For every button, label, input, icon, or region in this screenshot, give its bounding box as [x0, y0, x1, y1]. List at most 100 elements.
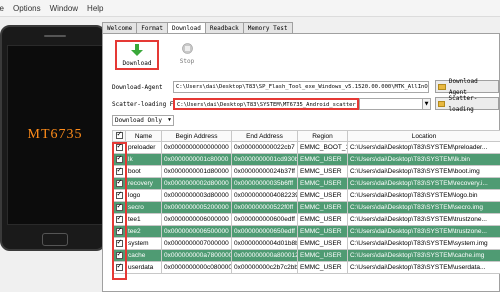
table-row[interactable]: recovery0x0000000002d800000x00000000035b…	[112, 177, 500, 190]
checkmark-icon[interactable]	[115, 239, 123, 247]
row-checkbox[interactable]	[112, 237, 126, 250]
download-agent-path[interactable]: C:\Users\dai\Desktop\T83\SP_Flash_Tool_e…	[173, 81, 429, 93]
header-begin-address[interactable]: Begin Address	[161, 130, 232, 142]
download-mode-select[interactable]: Download Only ▼	[112, 115, 174, 126]
checkmark-icon[interactable]	[115, 203, 123, 211]
table-row[interactable]: cache0x000000000a78000000x000000000a8000…	[112, 249, 500, 262]
table-row[interactable]: tee10x00000000060000000x000000000600edff…	[112, 213, 500, 226]
table-row[interactable]: boot0x0000000001d800000x00000000024b37ff…	[112, 165, 500, 178]
row-name: secro	[125, 201, 162, 214]
row-region: EMMC_BOOT_1	[297, 141, 348, 154]
row-checkbox[interactable]	[112, 225, 126, 238]
row-location[interactable]: C:\Users\dai\Desktop\T83\SYSTEM\logo.bin	[347, 189, 500, 202]
row-location[interactable]: C:\Users\dai\Desktop\T83\SYSTEM\boot.img	[347, 165, 500, 178]
row-location[interactable]: C:\Users\dai\Desktop\T83\SYSTEM\userdata…	[347, 261, 500, 274]
row-begin-address: 0x0000000001c80000	[161, 153, 232, 166]
menu-window[interactable]: Window	[50, 4, 78, 13]
row-location[interactable]: C:\Users\dai\Desktop\T83\SYSTEM\cache.im…	[347, 249, 500, 262]
checkmark-icon[interactable]	[115, 227, 123, 235]
row-end-address: 0x00000000035b6fff	[231, 177, 298, 190]
row-name: tee2	[125, 225, 162, 238]
row-begin-address: 0x0000000007000000	[161, 237, 232, 250]
row-begin-address: 0x0000000002d80000	[161, 177, 232, 190]
row-location[interactable]: C:\Users\dai\Desktop\T83\SYSTEM\trustzon…	[347, 213, 500, 226]
header-name[interactable]: Name	[125, 130, 162, 142]
row-name: cache	[125, 249, 162, 262]
row-checkbox[interactable]	[112, 153, 126, 166]
checkmark-icon[interactable]	[115, 167, 123, 175]
main-panel: Welcome Format Download Readback Memory …	[102, 22, 500, 292]
row-checkbox[interactable]	[112, 213, 126, 226]
scatter-dropdown-arrow[interactable]: ▼	[422, 98, 431, 110]
download-button[interactable]: Download	[115, 40, 159, 70]
header-end-address[interactable]: End Address	[231, 130, 298, 142]
menu-options[interactable]: Options	[13, 4, 41, 13]
row-location[interactable]: C:\Users\dai\Desktop\T83\SYSTEM\recovery…	[347, 177, 500, 190]
table-row[interactable]: userdata0x0000000000c08000000x00000000c2…	[112, 261, 500, 274]
table-row[interactable]: system0x00000000070000000x0000000004d01b…	[112, 237, 500, 250]
checkmark-icon[interactable]	[115, 143, 123, 151]
stop-button[interactable]: Stop	[165, 40, 209, 70]
row-name: boot	[125, 165, 162, 178]
table-row[interactable]: lk0x0000000001c800000x0000000001cd930bEM…	[112, 153, 500, 166]
row-name: userdata	[125, 261, 162, 274]
row-end-address: 0x000000000650edff	[231, 225, 298, 238]
row-begin-address: 0x0000000003d80000	[161, 189, 232, 202]
row-location[interactable]: C:\Users\dai\Desktop\T83\SYSTEM\preloade…	[347, 141, 500, 154]
download-mode-value: Download Only	[115, 117, 162, 124]
chevron-down-icon: ▼	[167, 117, 171, 123]
checkmark-icon[interactable]	[115, 191, 123, 199]
header-region[interactable]: Region	[297, 130, 348, 142]
folder-icon	[438, 83, 446, 90]
row-location[interactable]: C:\Users\dai\Desktop\T83\SYSTEM\system.i…	[347, 237, 500, 250]
row-end-address: 0x0000000004082239	[231, 189, 298, 202]
row-location[interactable]: C:\Users\dai\Desktop\T83\SYSTEM\lk.bin	[347, 153, 500, 166]
row-checkbox[interactable]	[112, 201, 126, 214]
row-location[interactable]: C:\Users\dai\Desktop\T83\SYSTEM\trustzon…	[347, 225, 500, 238]
table-row[interactable]: secro0x00000000052000000x000000000522f0f…	[112, 201, 500, 214]
checkmark-icon[interactable]	[115, 132, 123, 140]
row-checkbox[interactable]	[112, 249, 126, 262]
download-agent-label: Download-Agent	[112, 84, 163, 91]
scatter-file-path[interactable]: C:\Users\dai\Desktop\T83\SYSTEM\MT6735_A…	[173, 98, 359, 110]
row-region: EMMC_USER	[297, 153, 348, 166]
header-select-all[interactable]	[112, 130, 126, 142]
row-checkbox[interactable]	[112, 189, 126, 202]
table-row[interactable]: logo0x0000000003d800000x0000000004082239…	[112, 189, 500, 202]
checkmark-icon[interactable]	[115, 179, 123, 187]
download-panel: Download Stop Download-Agent C:\Users\da…	[102, 33, 500, 292]
phone-earpiece	[44, 35, 66, 37]
header-location[interactable]: Location	[347, 130, 500, 142]
download-agent-button[interactable]: Download Agent	[435, 78, 499, 96]
row-checkbox[interactable]	[112, 177, 126, 190]
download-button-label: Download	[122, 60, 152, 67]
row-checkbox[interactable]	[112, 261, 126, 274]
checkmark-icon[interactable]	[115, 263, 123, 271]
checkmark-icon[interactable]	[115, 155, 123, 163]
table-row[interactable]: preloader0x00000000000000000x00000000002…	[112, 141, 500, 154]
row-begin-address: 0x0000000001d80000	[161, 165, 232, 178]
row-region: EMMC_USER	[297, 177, 348, 190]
row-location[interactable]: C:\Users\dai\Desktop\T83\SYSTEM\secro.im…	[347, 201, 500, 214]
checkmark-icon[interactable]	[115, 251, 123, 259]
menu-bar: ile Options Window Help	[0, 0, 500, 17]
scatter-loading-button[interactable]: Scatter-loading	[435, 95, 499, 113]
row-checkbox[interactable]	[112, 141, 126, 154]
menu-file[interactable]: ile	[0, 4, 4, 13]
row-begin-address: 0x0000000006000000	[161, 213, 232, 226]
row-begin-address: 0x0000000000000000	[161, 141, 232, 154]
stop-button-label: Stop	[179, 58, 195, 65]
row-name: system	[125, 237, 162, 250]
checkmark-icon[interactable]	[115, 215, 123, 223]
row-checkbox[interactable]	[112, 165, 126, 178]
table-header-row: Name Begin Address End Address Region Lo…	[112, 130, 500, 142]
row-name: tee1	[125, 213, 162, 226]
phone-model-label: MT6735	[27, 127, 83, 142]
phone-home-button	[42, 233, 68, 246]
partition-table: Name Begin Address End Address Region Lo…	[112, 130, 500, 274]
row-name: preloader	[125, 141, 162, 154]
table-row[interactable]: tee20x00000000065000000x000000000650edff…	[112, 225, 500, 238]
menu-help[interactable]: Help	[87, 4, 103, 13]
row-region: EMMC_USER	[297, 261, 348, 274]
folder-icon	[438, 100, 446, 107]
